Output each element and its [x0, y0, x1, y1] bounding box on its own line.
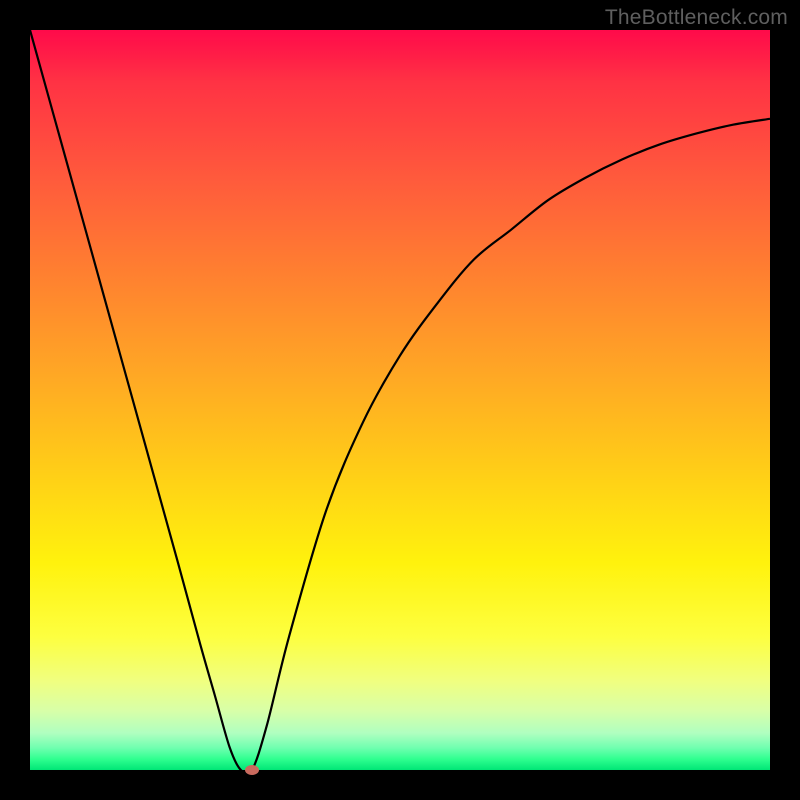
plot-area: [30, 30, 770, 770]
chart-frame: TheBottleneck.com: [0, 0, 800, 800]
watermark-text: TheBottleneck.com: [605, 6, 788, 30]
optimal-point-marker: [245, 765, 259, 775]
bottleneck-curve: [30, 30, 770, 770]
